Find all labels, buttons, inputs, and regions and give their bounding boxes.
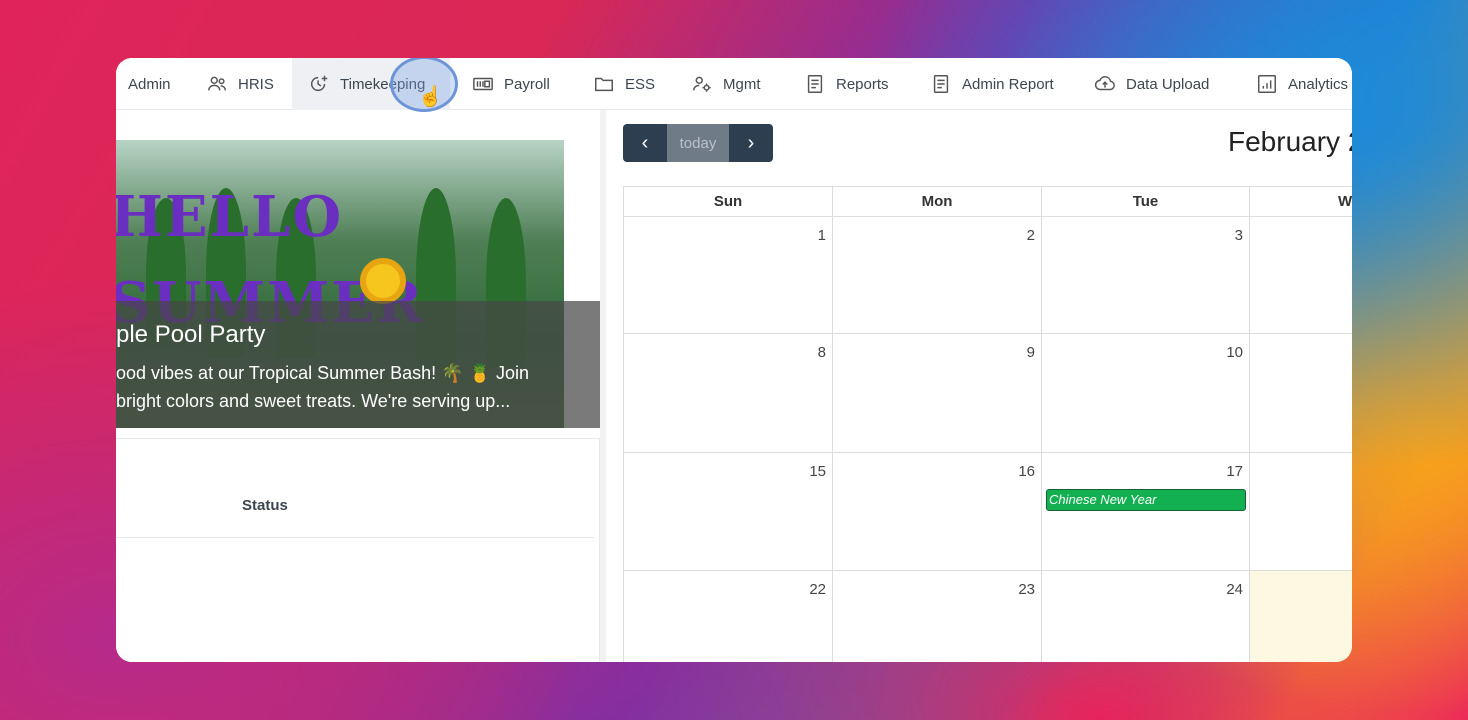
day-cell[interactable]: 8 — [624, 334, 833, 453]
document-icon — [807, 75, 823, 93]
announcement-desc-line1: ood vibes at our Tropical Summer Bash! 🌴… — [116, 363, 529, 383]
day-cell[interactable]: 9 — [833, 334, 1042, 453]
nav-admin-report[interactable]: Admin Report — [930, 58, 1054, 110]
day-number: 1 — [817, 227, 826, 244]
payroll-icon — [473, 77, 493, 91]
day-number: 17 — [1226, 463, 1243, 480]
next-month-button[interactable]: › — [729, 124, 773, 162]
day-number: 22 — [809, 581, 826, 598]
day-number: 9 — [1026, 344, 1035, 361]
user-gear-icon — [693, 76, 711, 92]
day-cell[interactable]: 15 — [624, 453, 833, 571]
chart-icon — [1258, 75, 1276, 93]
event-chinese-new-year[interactable]: Chinese New Year — [1046, 489, 1246, 511]
nav-reports-label: Reports — [836, 75, 889, 93]
calendar-title: February 2 — [1228, 126, 1352, 157]
day-number: 3 — [1234, 227, 1243, 244]
calendar-grid: Sun Mon Tue W 1 2 3 8 9 10 15 16 17 Chin… — [623, 186, 1352, 662]
day-cell[interactable]: 22 — [624, 571, 833, 662]
nav-reports[interactable]: Reports — [804, 58, 889, 110]
nav-payroll-label: Payroll — [504, 75, 550, 93]
nav-mgmt-label: Mgmt — [723, 75, 761, 93]
today-button[interactable]: today — [667, 124, 729, 162]
day-cell[interactable]: 1 — [624, 217, 833, 334]
announcement-overlay: ple Pool Party ood vibes at our Tropical… — [116, 301, 602, 428]
day-number: 24 — [1226, 581, 1243, 598]
today-cell[interactable] — [1250, 571, 1352, 662]
announcement-desc-line2: bright colors and sweet treats. We're se… — [116, 391, 511, 411]
nav-ess[interactable]: ESS — [593, 58, 655, 110]
clock-plus-icon — [310, 75, 328, 92]
table-divider — [116, 537, 594, 538]
day-cell[interactable]: 2 — [833, 217, 1042, 334]
status-column-header[interactable]: Status — [242, 497, 288, 514]
day-cell[interactable]: 24 — [1042, 571, 1250, 662]
nav-ess-label: ESS — [625, 75, 656, 93]
day-number: 16 — [1018, 463, 1035, 480]
day-cell[interactable]: 3 — [1042, 217, 1250, 334]
nav-analytics-label: Analytics — [1288, 75, 1349, 93]
nav-data-upload-label: Data Upload — [1126, 75, 1210, 93]
column-divider — [600, 110, 606, 662]
users-icon — [208, 76, 226, 91]
prev-month-button[interactable]: ‹ — [623, 124, 667, 162]
nav-data-upload[interactable]: Data Upload — [1094, 58, 1209, 110]
day-header-mon: Mon — [833, 187, 1042, 217]
nav-payroll[interactable]: Payroll — [472, 58, 550, 110]
hand-cursor-icon: ☝ — [418, 86, 443, 108]
nav-analytics[interactable]: Analytics — [1256, 58, 1348, 110]
sunflower-icon — [360, 258, 406, 304]
day-number: 2 — [1026, 227, 1035, 244]
folder-icon — [595, 77, 613, 92]
day-cell[interactable] — [1250, 453, 1352, 571]
announcement-title: ple Pool Party — [116, 321, 266, 348]
nav-mgmt[interactable]: Mgmt — [691, 58, 761, 110]
attendance-panel: Status — [116, 438, 600, 662]
day-header-wed: W — [1250, 187, 1352, 217]
nav-admin-report-label: Admin Report — [962, 75, 1054, 93]
app-window: Admin HRIS Timekeeping Payroll ESS Mgmt … — [116, 58, 1352, 662]
cloud-upload-icon — [1094, 76, 1115, 91]
day-header-sun: Sun — [624, 187, 833, 217]
document-icon — [933, 75, 949, 93]
nav-hris[interactable]: HRIS — [206, 58, 274, 110]
day-number: 23 — [1018, 581, 1035, 598]
nav-admin[interactable]: Admin — [128, 58, 171, 110]
day-cell[interactable]: 23 — [833, 571, 1042, 662]
day-cell[interactable] — [1250, 334, 1352, 453]
day-cell[interactable]: 17 Chinese New Year — [1042, 453, 1250, 571]
day-number: 10 — [1226, 344, 1243, 361]
day-header-tue: Tue — [1042, 187, 1250, 217]
calendar-nav: ‹ today › — [623, 124, 773, 162]
day-number: 8 — [817, 344, 826, 361]
day-cell[interactable]: 16 — [833, 453, 1042, 571]
day-cell[interactable] — [1250, 217, 1352, 334]
day-number: 15 — [809, 463, 826, 480]
nav-hris-label: HRIS — [238, 75, 274, 93]
day-cell[interactable]: 10 — [1042, 334, 1250, 453]
nav-admin-label: Admin — [128, 75, 171, 93]
top-nav: Admin HRIS Timekeeping Payroll ESS Mgmt … — [116, 58, 1352, 112]
